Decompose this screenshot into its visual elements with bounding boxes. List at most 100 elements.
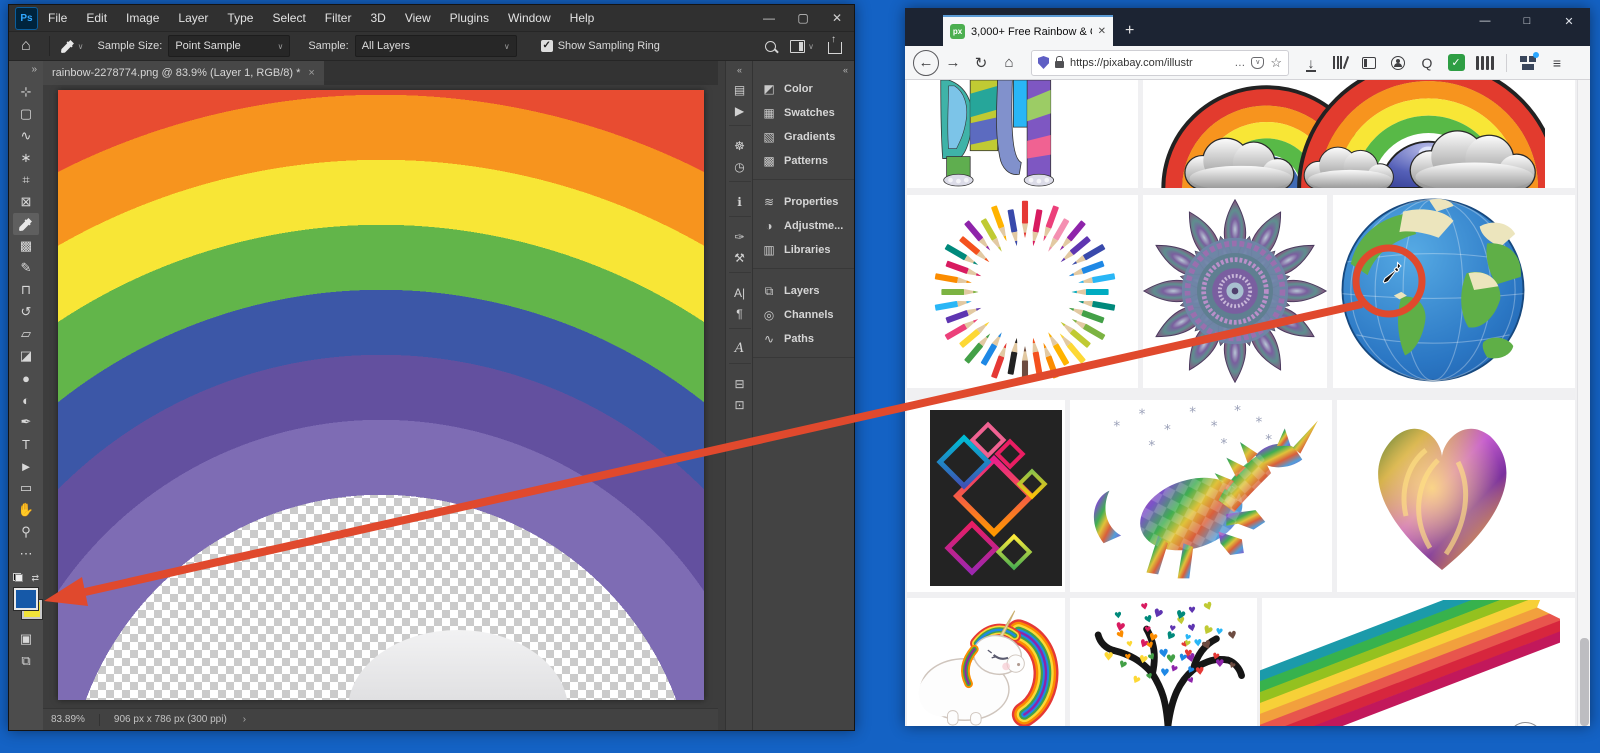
library-icon[interactable] xyxy=(1328,51,1352,75)
maximize-button[interactable]: ▢ xyxy=(786,5,820,31)
collapse-panels-icon[interactable]: « xyxy=(753,61,854,77)
extensions-icon[interactable] xyxy=(1516,51,1540,75)
clone-source-panel-icon[interactable]: ⚒ xyxy=(729,247,751,268)
crop-tool[interactable]: ⌗ xyxy=(13,169,39,191)
panel-tab-libraries[interactable]: ▥Libraries xyxy=(753,238,854,262)
glyphs-panel-icon[interactable]: A xyxy=(729,338,751,359)
search-icon[interactable] xyxy=(765,41,776,52)
move-tool[interactable]: ⊹ xyxy=(13,81,39,103)
chevron-down-icon[interactable]: ∨ xyxy=(78,42,84,51)
menu-select[interactable]: Select xyxy=(272,11,305,25)
close-tab-icon[interactable]: ✕ xyxy=(1098,26,1106,37)
clone-stamp-tool[interactable]: ⊓ xyxy=(13,279,39,301)
grid-extension-icon[interactable] xyxy=(1473,51,1497,75)
history-panel-icon[interactable]: ◷ xyxy=(729,156,751,177)
new-tab-button[interactable]: + xyxy=(1125,22,1134,40)
elephant-illustration[interactable] xyxy=(940,80,1075,188)
actions-panel-icon[interactable]: ▶ xyxy=(729,100,751,121)
share-icon[interactable] xyxy=(828,42,842,54)
panel-tab-layers[interactable]: ⧉Layers xyxy=(753,279,854,303)
marquee-tool[interactable]: ▢ xyxy=(13,103,39,125)
url-text[interactable]: https://pixabay.com/illustr xyxy=(1070,57,1228,69)
diamond-pattern-illustration[interactable] xyxy=(930,410,1062,586)
minimize-button[interactable]: — xyxy=(1464,8,1506,34)
blur-tool[interactable]: ● xyxy=(13,367,39,389)
forward-button[interactable]: → xyxy=(939,54,967,71)
bookmark-star-icon[interactable]: ☆ xyxy=(1270,55,1282,71)
account-icon[interactable] xyxy=(1386,51,1410,75)
dodge-tool[interactable]: ◐ xyxy=(13,389,39,411)
reload-button[interactable]: ↻ xyxy=(967,54,995,72)
menu-3d[interactable]: 3D xyxy=(370,11,385,25)
path-selection-tool[interactable]: ► xyxy=(13,455,39,477)
menu-layer[interactable]: Layer xyxy=(178,11,208,25)
sample-dropdown[interactable]: All Layers ∨ xyxy=(355,35,517,57)
quick-selection-tool[interactable]: ∗ xyxy=(13,147,39,169)
panel-tab-properties[interactable]: ≋Properties xyxy=(753,190,854,214)
navigator-panel-icon[interactable]: ☸ xyxy=(729,135,751,156)
scrollbar[interactable] xyxy=(1577,80,1590,726)
sample-size-dropdown[interactable]: Point Sample ∨ xyxy=(168,35,290,57)
close-button[interactable]: ✕ xyxy=(1548,8,1590,34)
canvas[interactable] xyxy=(58,90,704,700)
menu-plugins[interactable]: Plugins xyxy=(450,11,489,25)
pocket-icon[interactable]: ∨ xyxy=(1251,57,1264,69)
swap-swatches-icon[interactable]: ⇄ xyxy=(31,573,39,584)
menu-filter[interactable]: Filter xyxy=(325,11,352,25)
hand-tool[interactable]: ✋ xyxy=(13,499,39,521)
panel-tab-patterns[interactable]: ▩Patterns xyxy=(753,149,854,173)
gradient-tool[interactable]: ◪ xyxy=(13,345,39,367)
document-tab[interactable]: rainbow-2278774.png @ 83.9% (Layer 1, RG… xyxy=(43,61,324,85)
zoom-level[interactable]: 83.89% xyxy=(51,714,85,725)
panel-tab-color[interactable]: ◩Color xyxy=(753,77,854,101)
lock-icon[interactable] xyxy=(1055,61,1064,68)
eraser-tool[interactable]: ▱ xyxy=(13,323,39,345)
home-icon[interactable]: ⌂ xyxy=(21,37,31,55)
zoom-tool[interactable]: ⚲ xyxy=(13,521,39,543)
menu-icon[interactable]: ≡ xyxy=(1545,51,1569,75)
checker-extension-icon[interactable]: ✓ xyxy=(1444,51,1468,75)
menu-window[interactable]: Window xyxy=(508,11,551,25)
character-panel-icon[interactable]: A| xyxy=(729,282,751,303)
url-bar[interactable]: https://pixabay.com/illustr … ∨ ☆ xyxy=(1031,50,1289,76)
eyedropper-tool[interactable] xyxy=(13,213,39,235)
notes-panel-icon[interactable]: ⊟ xyxy=(729,373,751,394)
show-sampling-ring-checkbox[interactable]: ✓ xyxy=(541,40,553,52)
rectangle-tool[interactable]: ▭ xyxy=(13,477,39,499)
collapse-panels-icon[interactable]: « xyxy=(737,65,742,75)
download-icon[interactable]: ↓ xyxy=(1299,51,1323,75)
menu-image[interactable]: Image xyxy=(126,11,159,25)
info-panel-icon[interactable]: ℹ xyxy=(729,191,751,212)
panel-tab-channels[interactable]: ◎Channels xyxy=(753,303,854,327)
minimize-button[interactable]: — xyxy=(752,5,786,31)
heart-tree-illustration[interactable]: ♥♥♥♥♥♥♥♥♥♥♥♥♥♥♥♥♥♥♥♥♥♥♥♥♥♥♥♥♥♥♥♥♥♥♥♥♥♥♥♥… xyxy=(1077,600,1255,726)
history-brush-tool[interactable]: ↺ xyxy=(13,301,39,323)
eyedropper-options-icon[interactable] xyxy=(58,35,78,57)
search-extension-icon[interactable]: Q xyxy=(1415,51,1439,75)
menu-file[interactable]: File xyxy=(48,11,67,25)
panel-tab-paths[interactable]: ∿Paths xyxy=(753,327,854,351)
foreground-color-swatch[interactable] xyxy=(14,588,38,610)
more-tools[interactable]: ⋯ xyxy=(13,543,39,565)
type-tool[interactable]: T xyxy=(13,433,39,455)
menu-help[interactable]: Help xyxy=(570,11,595,25)
panel-tab-adjustme[interactable]: ◑Adjustme... xyxy=(753,214,854,238)
cartoon-unicorn-illustration[interactable] xyxy=(905,605,1063,726)
status-chevron-icon[interactable]: › xyxy=(243,714,246,725)
rainbow-banner-illustration[interactable] xyxy=(1260,600,1560,726)
panel-tab-swatches[interactable]: ▦Swatches xyxy=(753,101,854,125)
iridescent-heart-illustration[interactable] xyxy=(1342,398,1542,583)
frame-tool[interactable]: ⊠ xyxy=(13,191,39,213)
collapse-toolbar-button[interactable]: » xyxy=(31,64,37,75)
maximize-button[interactable]: □ xyxy=(1506,8,1548,34)
mosaic-unicorn-illustration[interactable]: **** **** ** xyxy=(1073,405,1329,590)
tracking-shield-icon[interactable] xyxy=(1038,56,1049,69)
brush-settings-panel-icon[interactable]: ✑ xyxy=(729,226,751,247)
menu-edit[interactable]: Edit xyxy=(86,11,107,25)
healing-brush-tool[interactable]: ▩ xyxy=(13,235,39,257)
comments-panel-icon[interactable]: ⊡ xyxy=(729,394,751,415)
pencil-circle-illustration[interactable] xyxy=(930,197,1120,387)
rainbow-clouds-illustration[interactable] xyxy=(1150,80,1545,188)
panel-tab-gradients[interactable]: ▧Gradients xyxy=(753,125,854,149)
workspace-switcher[interactable]: ∨ xyxy=(790,40,814,53)
